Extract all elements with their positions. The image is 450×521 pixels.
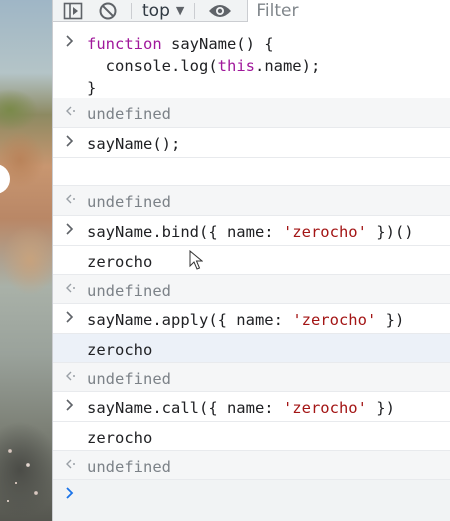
console-input-row: sayName.call({ name: 'zerocho' }) — [53, 392, 450, 422]
code-text: sayName.apply({ name: — [87, 311, 293, 329]
console-code: sayName.apply({ name: 'zerocho' }) — [87, 304, 404, 331]
result-arrow-icon — [53, 98, 87, 117]
eye-icon[interactable] — [203, 0, 237, 22]
input-chevron-icon — [53, 392, 87, 411]
dropdown-caret-icon: ▼ — [175, 4, 185, 17]
string-literal: 'zerocho' — [282, 399, 367, 417]
result-text: undefined — [87, 370, 171, 388]
console-code: function sayName() { console.log(this.na… — [87, 28, 320, 99]
background-page-photo — [0, 0, 52, 521]
console-result-row: undefined — [53, 98, 450, 128]
photo-flowers — [2, 431, 46, 511]
code-text: sayName.call({ name: — [87, 399, 283, 417]
string-literal: 'zerocho' — [282, 223, 367, 241]
code-text: } — [87, 79, 97, 97]
keyword: this — [217, 57, 255, 75]
result-text: undefined — [87, 105, 171, 123]
input-chevron-icon — [53, 28, 87, 47]
context-label: top — [142, 0, 170, 21]
result-arrow-icon — [53, 186, 87, 205]
result-arrow-icon — [53, 275, 87, 294]
string-literal: 'zerocho' — [292, 311, 377, 329]
console-result-row: undefined — [53, 186, 450, 216]
console-input-row: sayName.apply({ name: 'zerocho' }) — [53, 304, 450, 334]
console-result-row: undefined — [53, 363, 450, 392]
filter-input[interactable]: Filter — [247, 0, 450, 22]
console-code: sayName.call({ name: 'zerocho' }) — [87, 392, 395, 419]
console-prompt[interactable] — [53, 480, 450, 521]
code-text: })() — [366, 223, 414, 241]
console-empty-row — [53, 158, 450, 186]
console-code: sayName(); — [87, 135, 181, 153]
console-input-row: sayName.bind({ name: 'zerocho' })() — [53, 216, 450, 246]
log-text: zerocho — [87, 429, 153, 447]
toolbar-divider — [131, 2, 132, 19]
result-arrow-icon — [53, 451, 87, 470]
console-log-row: zerocho — [53, 246, 450, 275]
console-log-row: zerocho — [53, 334, 450, 363]
code-text: sayName() { — [161, 35, 274, 53]
log-text: zerocho — [87, 253, 153, 271]
console-input-row: sayName(); — [53, 128, 450, 158]
console-code: sayName.bind({ name: 'zerocho' })() — [87, 216, 414, 243]
result-arrow-icon — [53, 363, 87, 382]
console-messages[interactable]: function sayName() { console.log(this.na… — [53, 22, 450, 521]
code-text: .name); — [254, 57, 321, 75]
prompt-chevron-icon — [53, 480, 87, 499]
console-log-row: zerocho — [53, 422, 450, 451]
input-chevron-icon — [53, 304, 87, 323]
console-toolbar: top ▼ Filter — [53, 0, 450, 22]
code-text: sayName.bind({ name: — [87, 223, 283, 241]
toolbar-divider — [194, 2, 196, 19]
code-text: }) — [376, 311, 405, 329]
keyword: function — [87, 35, 162, 53]
result-text: undefined — [87, 282, 171, 300]
code-text: }) — [366, 399, 395, 417]
mouse-cursor-icon — [189, 250, 203, 270]
input-chevron-icon — [53, 216, 87, 235]
carousel-arrow-button[interactable] — [0, 164, 10, 194]
console-input-row: function sayName() { console.log(this.na… — [53, 28, 450, 104]
result-text: undefined — [87, 193, 171, 211]
console-result-row: undefined — [53, 451, 450, 480]
devtools-panel: top ▼ Filter function sayName() { consol… — [52, 0, 450, 521]
code-text: console.log( — [87, 57, 218, 75]
log-text: zerocho — [87, 341, 153, 359]
input-chevron-icon — [53, 128, 87, 147]
clear-console-icon[interactable] — [93, 0, 123, 22]
sidebar-toggle-icon[interactable] — [53, 0, 93, 22]
result-text: undefined — [87, 458, 171, 476]
console-result-row: undefined — [53, 275, 450, 304]
context-selector[interactable]: top ▼ — [140, 0, 186, 22]
